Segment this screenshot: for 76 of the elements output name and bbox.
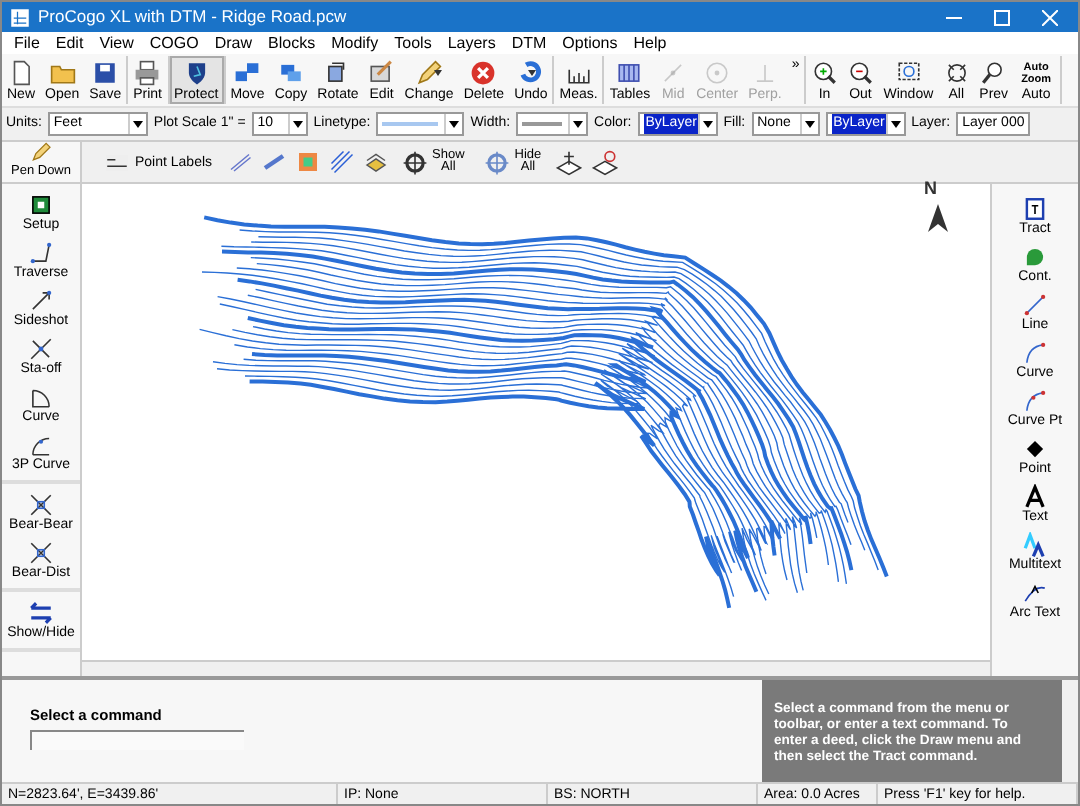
intersection-icon	[28, 540, 54, 566]
intersection-icon	[28, 492, 54, 518]
line-icon	[261, 150, 286, 174]
zoom-out-icon	[847, 60, 874, 86]
dropdown-field[interactable]	[516, 112, 589, 136]
line-icon	[1022, 292, 1048, 318]
folder-icon	[49, 60, 76, 86]
layers-icon	[363, 150, 388, 174]
point-icon	[1022, 436, 1048, 462]
curve-icon	[28, 432, 54, 458]
traverse-icon	[28, 240, 54, 266]
station-offset-icon	[28, 336, 54, 362]
menu-item[interactable]: Help	[625, 31, 675, 55]
sideshot-icon	[28, 288, 54, 314]
dropdown-field[interactable]	[376, 112, 465, 136]
pencil-icon	[30, 142, 52, 163]
dropdown-arrow-icon[interactable]	[799, 114, 818, 134]
zoom-window-icon	[895, 60, 922, 86]
menu-item[interactable]: Modify	[323, 31, 387, 55]
document-icon	[8, 60, 34, 86]
menu-item[interactable]: View	[91, 31, 142, 55]
arrows-icon	[28, 600, 54, 626]
lines-icon	[227, 150, 252, 174]
dropdown-arrow-icon[interactable]	[444, 114, 463, 134]
menu-item[interactable]: Layers	[439, 31, 504, 55]
hatch-icon	[329, 150, 354, 174]
squares-icon	[234, 60, 261, 86]
window-title: ProCogo XL with DTM - Ridge Road.pcw	[38, 4, 347, 30]
maximize-icon[interactable]	[994, 9, 1010, 25]
zoom-all-icon	[943, 60, 970, 86]
letter-icon	[1022, 484, 1048, 510]
plane-icon	[592, 149, 619, 175]
undo-icon	[517, 60, 544, 86]
crosshair-icon	[484, 149, 511, 175]
dropdown-arrow-icon[interactable]	[698, 114, 717, 134]
zoom-previous-icon	[980, 60, 1007, 86]
table-icon	[616, 60, 643, 86]
line-sample-icon	[522, 120, 563, 128]
menu-item[interactable]: Blocks	[260, 31, 324, 55]
dropdown-arrow-icon[interactable]	[127, 114, 146, 134]
line-sample-icon	[382, 120, 439, 128]
close-icon[interactable]	[1042, 9, 1058, 25]
printer-icon	[134, 60, 161, 86]
north-label: N	[924, 176, 937, 202]
tract-icon	[1022, 196, 1048, 222]
menu-item[interactable]: Draw	[206, 31, 261, 55]
shield-icon	[183, 60, 210, 86]
app-icon	[10, 7, 30, 27]
circle-icon	[704, 60, 731, 86]
dropdown-arrow-icon[interactable]	[886, 114, 905, 134]
letter-icon	[1022, 532, 1048, 558]
pencil-icon	[416, 60, 443, 86]
arc-icon	[1022, 388, 1048, 414]
squares-icon	[278, 60, 304, 86]
delete-icon	[470, 60, 497, 86]
edit-icon	[368, 60, 395, 86]
menu-item[interactable]: File	[6, 31, 48, 55]
dropdown-arrow-icon[interactable]	[568, 114, 587, 134]
menu-item[interactable]: Edit	[47, 31, 92, 55]
line-icon	[660, 60, 687, 86]
perpendicular-icon	[751, 60, 778, 86]
gear-icon	[28, 192, 54, 218]
color-icon	[295, 150, 320, 174]
horizontal-scrollbar[interactable]	[82, 660, 990, 676]
dropdown-arrow-icon[interactable]	[287, 114, 306, 134]
menu-item[interactable]: Options	[554, 31, 626, 55]
crosshair-icon	[402, 149, 429, 175]
plane-icon	[556, 149, 583, 175]
north-arrow-icon	[928, 204, 948, 232]
arc-icon	[1022, 340, 1048, 366]
zoom-in-icon	[811, 60, 838, 86]
arc-letters-icon	[1022, 580, 1048, 606]
menu-item[interactable]: Tools	[386, 31, 440, 55]
menu-item[interactable]: COGO	[141, 31, 207, 55]
curve-icon	[28, 384, 54, 410]
menu-item[interactable]: DTM	[503, 31, 555, 55]
